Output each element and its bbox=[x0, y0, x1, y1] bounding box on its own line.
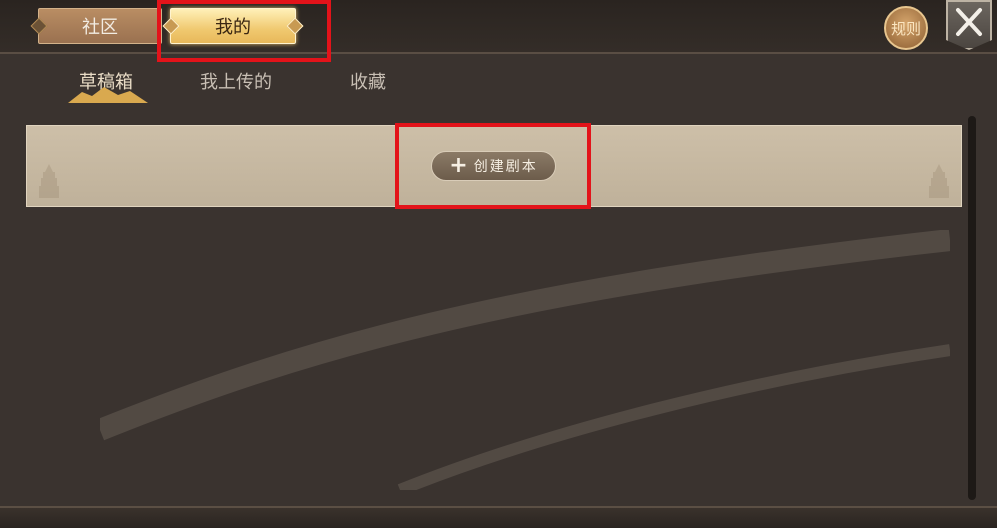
subtab-uploaded[interactable]: 我上传的 bbox=[200, 68, 272, 94]
subtab-favorites[interactable]: 收藏 bbox=[350, 68, 386, 94]
close-icon bbox=[956, 8, 982, 36]
create-script-label: 创建剧本 bbox=[473, 159, 538, 175]
bottom-bar bbox=[0, 506, 997, 528]
background-brush-strokes bbox=[100, 230, 950, 490]
tab-ornament-left bbox=[162, 17, 180, 35]
tab-mine[interactable]: 我的 bbox=[162, 8, 304, 44]
pagoda-decoration bbox=[929, 164, 949, 198]
top-bar: 社区 我的 规则 bbox=[0, 0, 997, 54]
close-button[interactable] bbox=[946, 0, 992, 50]
tab-community-label: 社区 bbox=[82, 17, 118, 38]
pagoda-decoration bbox=[39, 164, 59, 198]
rules-button[interactable]: 规则 bbox=[884, 6, 928, 50]
tab-ornament-left bbox=[30, 17, 48, 35]
create-script-button[interactable]: + 创建剧本 bbox=[431, 151, 556, 181]
rules-label: 规则 bbox=[890, 19, 921, 38]
active-tab-indicator bbox=[68, 87, 148, 103]
scrollbar[interactable] bbox=[968, 116, 976, 500]
tab-ornament-right bbox=[286, 17, 304, 35]
tab-mine-label: 我的 bbox=[215, 17, 251, 38]
tab-community[interactable]: 社区 bbox=[30, 8, 162, 44]
plus-icon: + bbox=[449, 153, 468, 178]
